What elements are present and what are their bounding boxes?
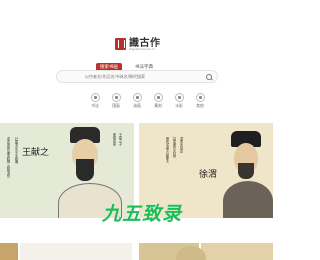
artwork-thumbnail[interactable] [201,243,273,260]
logo-subtitle: zhigushuhua.com.cn [129,48,155,51]
category-calligraphy[interactable]: 书法 [88,93,102,108]
calligraphy-text: 明代書畫 青藤老人 [165,137,169,164]
more-icon [195,93,205,102]
category-chinese-painting[interactable]: 国画 [109,93,123,108]
category-label: 书法 [91,103,99,108]
site-logo[interactable]: 識古作 zhigushuhua.com.cn [115,37,161,51]
search-icon[interactable] [206,74,212,80]
calligraphy-text: 東晉書家 [112,133,116,146]
artwork-thumbnail[interactable] [0,243,18,260]
category-watercolor[interactable]: 水彩 [172,93,186,108]
calligraphy-text: 行雲流水 字字珠璣 [14,137,18,164]
search-bar [56,70,218,83]
category-nav: 书法 国画 油画 篆刻 水彩 其他 [88,93,207,108]
banner-name: 王献之 [22,148,50,158]
artwork-thumbnail[interactable] [20,243,132,260]
brush-icon [90,93,100,102]
painting-icon [111,93,121,102]
category-oil-painting[interactable]: 油画 [130,93,144,108]
category-label: 其他 [196,103,204,108]
watermark: 九五致录 [102,203,183,225]
logo-mark-icon [115,38,126,50]
seal-icon [153,93,163,102]
calligraphy-text: 書法藝術 筆墨精神 古韻流長 [6,137,10,178]
portrait-beard [76,159,94,181]
category-other[interactable]: 其他 [193,93,207,108]
category-label: 水彩 [175,103,183,108]
category-label: 篆刻 [154,103,162,108]
category-label: 油画 [133,103,141,108]
palette-icon [132,93,142,102]
search-input[interactable] [85,74,195,79]
calligraphy-text: 潑墨大寫意 [179,137,183,153]
banner-name: 徐渭 [199,170,218,180]
portrait-beard [238,163,254,179]
category-seal-carving[interactable]: 篆刻 [151,93,165,108]
calligraphy-text: 王羲之子 [118,133,122,146]
category-label: 国画 [112,103,120,108]
portrait-body [223,181,273,218]
calligraphy-text: 詩書畫印 四絕 [172,137,176,158]
watercolor-icon [174,93,184,102]
